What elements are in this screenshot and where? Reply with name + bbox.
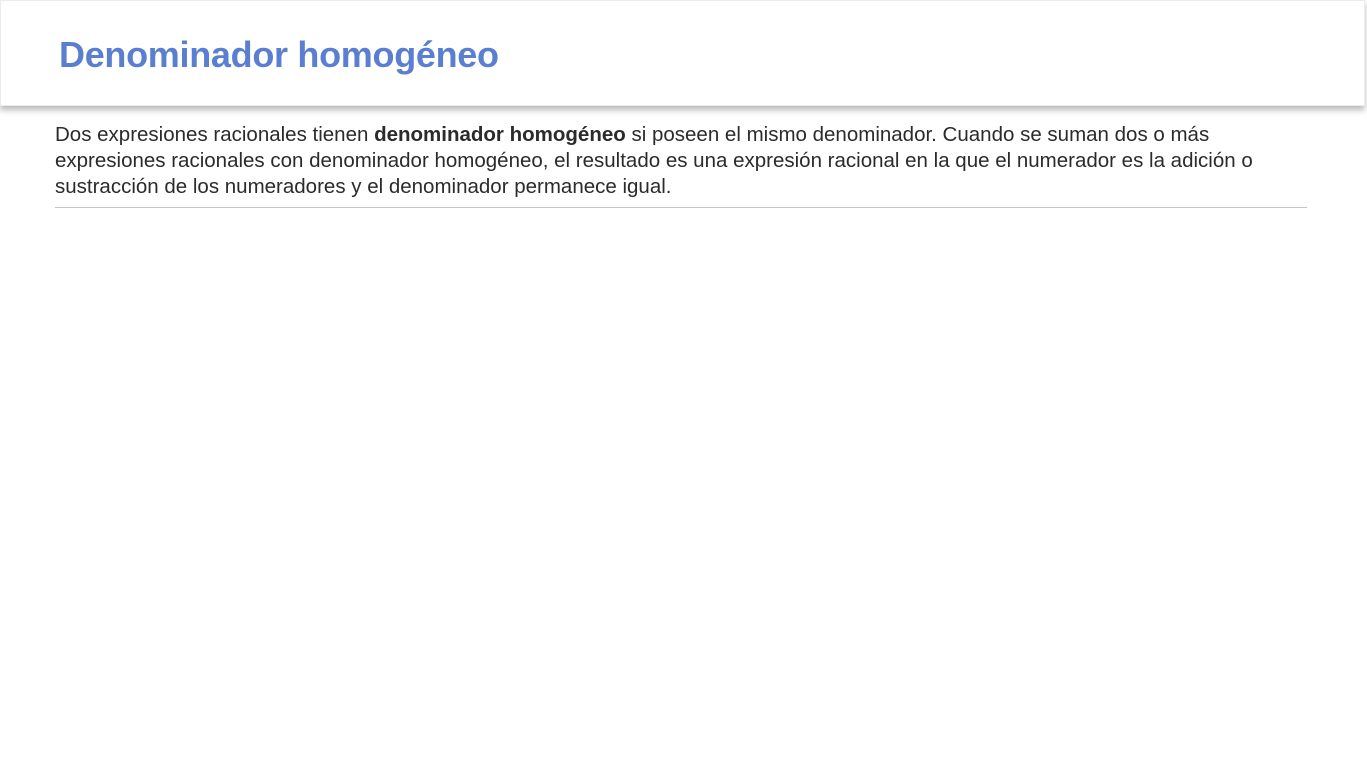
paragraph-text-start: Dos expresiones racionales tienen: [55, 123, 375, 146]
header-bar: Denominador homogéneo: [0, 0, 1365, 106]
definition-paragraph: Dos expresiones racionales tienen denomi…: [55, 122, 1311, 200]
highlighted-term: denominador homogéneo: [374, 123, 626, 146]
page-title: Denominador homogéneo: [59, 34, 499, 75]
divider: [55, 207, 1307, 208]
